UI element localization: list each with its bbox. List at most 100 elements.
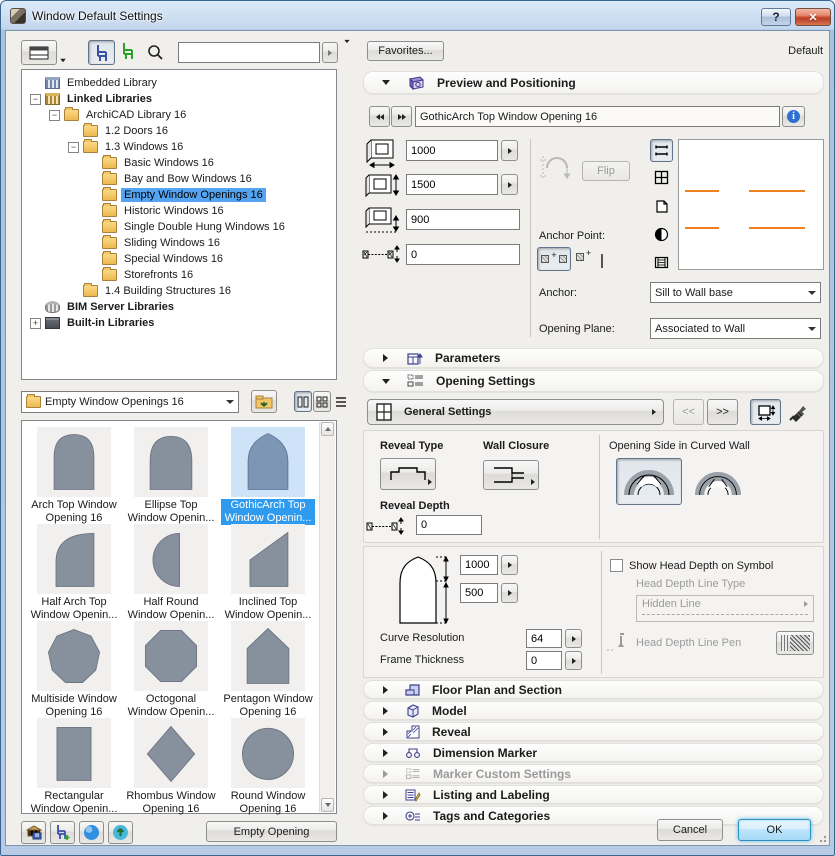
library-part-item[interactable]: Arch Top Window Opening 16 — [27, 427, 121, 525]
tree-item[interactable]: Bay and Bow Windows 16 — [22, 171, 336, 187]
head-line-pen-button[interactable] — [776, 631, 814, 655]
collapse-expander-icon[interactable]: − — [30, 93, 41, 105]
tree-item[interactable]: − 1.3 Windows 16 — [22, 139, 336, 155]
preview-elevation-view-button[interactable] — [654, 170, 670, 186]
tree-item[interactable]: BIM Server Libraries — [22, 299, 336, 315]
info-button[interactable]: i — [782, 106, 805, 127]
section-marker-custom-settings[interactable]: Marker Custom Settings — [363, 764, 824, 783]
tree-item[interactable]: 1.4 Building Structures 16 — [22, 283, 336, 299]
tree-item[interactable]: Storefronts 16 — [22, 267, 336, 283]
bim-components-button[interactable] — [108, 821, 133, 844]
shape-height-input[interactable] — [460, 555, 498, 575]
view-options-dropdown-arrow-icon[interactable] — [60, 58, 66, 63]
new-object-button[interactable] — [50, 821, 75, 844]
tree-item[interactable]: Sliding Windows 16 — [22, 235, 336, 251]
tree-item[interactable]: Single Double Hung Windows 16 — [22, 219, 336, 235]
subfolder-view-button[interactable] — [121, 42, 137, 62]
section-reveal[interactable]: Reveal — [363, 722, 824, 741]
library-view-options-button[interactable] — [21, 40, 57, 65]
preview-side-view-button[interactable] — [654, 199, 670, 215]
tree-item[interactable]: + Built-in Libraries — [22, 315, 336, 331]
help-button[interactable]: ? — [761, 8, 791, 26]
section-floor-plan-and-section[interactable]: Floor Plan and Section — [363, 680, 824, 699]
width-spin-button[interactable] — [501, 140, 518, 161]
list-view-button[interactable] — [332, 391, 350, 412]
library-part-item[interactable]: Rectangular Window Openin... — [27, 718, 121, 816]
favorites-button[interactable]: Favorites... — [367, 41, 444, 61]
shape-arch-spin-button[interactable] — [501, 583, 518, 603]
opening-plane-select[interactable]: Associated to Wall — [650, 318, 821, 339]
anchor-point-option-selected[interactable]: + — [537, 247, 571, 271]
height-input[interactable] — [406, 174, 498, 195]
library-part-item[interactable]: GothicArch Top Window Openin... — [221, 427, 315, 525]
preview-pane[interactable] — [678, 139, 824, 270]
folder-view-toggle-button[interactable] — [88, 40, 115, 65]
next-item-button[interactable] — [391, 106, 412, 127]
section-listing-and-labeling[interactable]: Listing and Labeling — [363, 785, 824, 804]
large-icons-view-button[interactable] — [294, 391, 312, 412]
anchor-point-option-3[interactable] — [601, 254, 603, 268]
collapse-expander-icon[interactable]: − — [49, 109, 60, 121]
resize-mode-button[interactable] — [750, 399, 781, 425]
library-part-item[interactable]: Rhombus Window Opening 16 — [124, 718, 218, 816]
preview-section-view-button[interactable] — [654, 255, 670, 271]
frame-thickness-input[interactable] — [526, 651, 562, 670]
tree-item[interactable]: Historic Windows 16 — [22, 203, 336, 219]
library-part-item[interactable]: Inclined Top Window Openin... — [221, 524, 315, 622]
opening-side-outer-button[interactable] — [692, 465, 744, 501]
settings-page-select-button[interactable]: General Settings — [367, 399, 664, 425]
resize-grip[interactable] — [817, 833, 827, 843]
previous-item-button[interactable] — [369, 106, 390, 127]
tree-item[interactable]: Embedded Library — [22, 75, 336, 91]
tree-item[interactable]: Basic Windows 16 — [22, 155, 336, 171]
sill-height-input[interactable] — [406, 209, 520, 230]
web-portal-button[interactable] — [79, 821, 104, 844]
element-type-button[interactable]: Empty Opening — [206, 821, 337, 842]
anchor-point-option-2[interactable]: + — [576, 248, 591, 261]
section-preview-positioning[interactable]: Preview and Positioning — [363, 71, 824, 94]
frame-thickness-spin-button[interactable] — [565, 651, 582, 670]
tree-item[interactable]: Empty Window Openings 16 — [22, 187, 336, 203]
head-line-type-select[interactable]: Hidden Line — [636, 595, 814, 622]
curve-resolution-spin-button[interactable] — [565, 629, 582, 648]
scroll-down-button[interactable] — [321, 798, 334, 812]
small-icons-view-button[interactable] — [313, 391, 331, 412]
section-opening-settings[interactable]: Opening Settings — [363, 370, 824, 392]
library-part-item[interactable]: Round Window Opening 16 — [221, 718, 315, 816]
tree-item[interactable]: − Linked Libraries — [22, 91, 336, 107]
library-part-item[interactable]: Multiside Window Opening 16 — [27, 621, 121, 719]
ok-button[interactable]: OK — [738, 819, 811, 841]
opening-side-inner-button[interactable] — [616, 458, 682, 505]
preview-3d-view-button[interactable] — [654, 227, 670, 243]
search-input[interactable] — [178, 42, 320, 63]
library-part-item[interactable]: Pentagon Window Opening 16 — [221, 621, 315, 719]
shape-arch-input[interactable] — [460, 583, 498, 603]
wall-closure-button[interactable] — [483, 460, 539, 490]
curve-resolution-input[interactable] — [526, 629, 562, 648]
section-parameters[interactable]: Parameters — [363, 348, 824, 368]
library-part-item[interactable]: Half Arch Top Window Openin... — [27, 524, 121, 622]
current-folder-select[interactable]: Empty Window Openings 16 — [21, 391, 239, 413]
flip-button[interactable]: Flip — [582, 161, 630, 181]
search-options-button[interactable] — [322, 42, 338, 63]
load-library-button[interactable] — [21, 821, 46, 844]
close-button[interactable]: ✕ — [795, 8, 831, 26]
tree-item[interactable]: 1.2 Doors 16 — [22, 123, 336, 139]
shape-height-spin-button[interactable] — [501, 555, 518, 575]
preview-plan-view-button[interactable] — [650, 139, 673, 162]
section-model[interactable]: Model — [363, 701, 824, 720]
panel-splitter-arrow-icon[interactable] — [344, 39, 350, 44]
collapse-expander-icon[interactable]: − — [68, 141, 79, 153]
offset-input[interactable] — [406, 244, 520, 265]
anchor-select[interactable]: Sill to Wall base — [650, 282, 821, 303]
library-part-item[interactable]: Ellipse Top Window Openin... — [124, 427, 218, 525]
library-part-item[interactable]: Half Round Window Openin... — [124, 524, 218, 622]
cancel-button[interactable]: Cancel — [657, 819, 723, 841]
height-spin-button[interactable] — [501, 174, 518, 195]
width-input[interactable] — [406, 140, 498, 161]
grid-scrollbar[interactable] — [319, 422, 335, 812]
section-dimension-marker[interactable]: Dimension Marker — [363, 743, 824, 762]
next-page-button[interactable]: >> — [707, 399, 738, 425]
scroll-up-button[interactable] — [321, 422, 334, 436]
previous-page-button[interactable]: << — [673, 399, 704, 425]
